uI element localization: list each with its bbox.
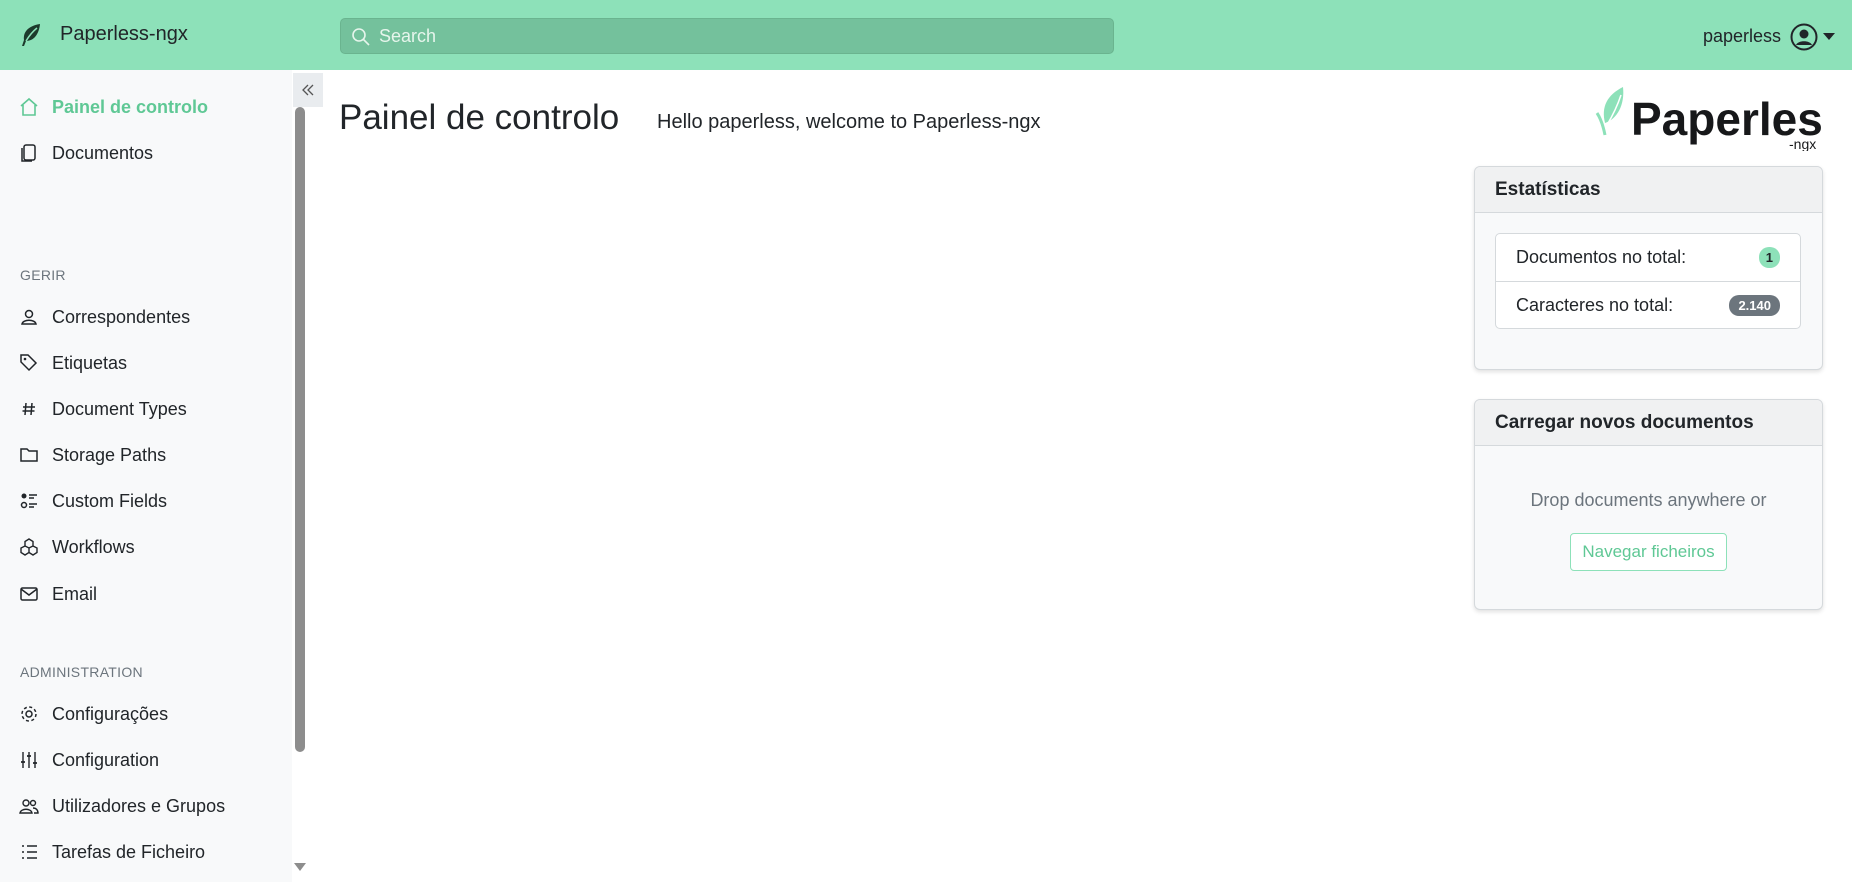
chevron-down-icon[interactable]	[1823, 33, 1835, 41]
sidebar-item-custom-fields[interactable]: Custom Fields	[18, 486, 167, 516]
sidebar-item-label: Documentos	[52, 142, 154, 163]
drop-zone-text: Drop documents anywhere or	[1530, 490, 1767, 510]
search-icon	[352, 28, 370, 46]
list-task-icon	[18, 841, 40, 863]
section-title-administration: ADMINISTRATION	[20, 664, 143, 680]
sidebar-item-workflows[interactable]: Workflows	[18, 532, 135, 562]
envelope-icon	[18, 583, 40, 605]
person-icon	[18, 306, 40, 328]
sidebar-item-label: Painel de controlo	[52, 96, 209, 117]
sidebar-scrollbar[interactable]	[295, 107, 305, 752]
characters-count-badge: 2.140	[1729, 294, 1780, 316]
sidebar-item-storage-paths[interactable]: Storage Paths	[18, 440, 166, 470]
logo-subtext: -ngx	[1789, 136, 1816, 151]
sidebar-item-tags[interactable]: Etiquetas	[18, 348, 127, 378]
browse-files-button[interactable]: Navegar ficheiros	[1570, 533, 1727, 571]
user-name[interactable]: paperless	[1703, 26, 1781, 47]
sidebar-item-label: Utilizadores e Grupos	[52, 795, 226, 816]
stat-label: Caracteres no total:	[1516, 294, 1674, 315]
sidebar-item-label: Configuration	[52, 749, 160, 770]
sidebar-item-correspondents[interactable]: Correspondentes	[18, 302, 190, 332]
upload-card: Carregar novos documentos Drop documents…	[1474, 399, 1823, 610]
boxes-icon	[18, 536, 40, 558]
statistics-card-title: Estatísticas	[1475, 167, 1822, 213]
search-input[interactable]	[379, 19, 1099, 53]
sidebar-item-email[interactable]: Email	[18, 579, 97, 609]
statistics-list: Documentos no total: 1 Caracteres no tot…	[1495, 233, 1801, 329]
gear-icon	[18, 703, 40, 725]
sidebar-collapse-button[interactable]	[293, 73, 323, 107]
stat-label: Documentos no total:	[1516, 247, 1687, 267]
section-title-manage: GERIR	[20, 267, 66, 283]
sidebar-item-label: Workflows	[52, 536, 135, 557]
sidebar-item-label: Configurações	[52, 703, 169, 724]
chevron-double-left-icon	[302, 84, 314, 96]
leaf-icon[interactable]	[18, 22, 44, 48]
page-title: Painel de controlo	[339, 98, 620, 137]
sidebar-item-dashboard[interactable]: Painel de controlo	[18, 92, 208, 122]
search-box[interactable]	[340, 18, 1114, 54]
paperless-logo: Paperless -ngx	[1595, 87, 1823, 151]
people-icon	[18, 795, 40, 817]
sidebar-item-label: Correspondentes	[52, 306, 191, 327]
tags-icon	[18, 352, 40, 374]
stat-row-characters: Caracteres no total: 2.140	[1496, 281, 1800, 328]
sidebar-item-documents[interactable]: Documentos	[18, 138, 153, 168]
user-avatar-icon[interactable]	[1790, 23, 1818, 51]
sidebar-item-label: Tarefas de Ficheiro	[52, 841, 206, 862]
folder-icon	[18, 444, 40, 466]
sidebar-item-users-groups[interactable]: Utilizadores e Grupos	[18, 791, 225, 821]
sidebar-item-label: Etiquetas	[52, 352, 128, 373]
hash-icon	[18, 398, 40, 420]
welcome-message: Hello paperless, welcome to Paperless-ng…	[657, 111, 1041, 133]
upload-card-title: Carregar novos documentos	[1475, 400, 1822, 446]
statistics-card: Estatísticas Documentos no total: 1 Cara…	[1474, 166, 1823, 370]
sidebar-item-document-types[interactable]: Document Types	[18, 394, 187, 424]
top-navbar: Paperless-ngx paperless	[0, 0, 1852, 70]
sidebar-item-settings[interactable]: Configurações	[18, 699, 168, 729]
sidebar-item-label: Storage Paths	[52, 444, 167, 465]
sidebar-item-label: Email	[52, 583, 98, 604]
sidebar: Painel de controlo Documentos GERIR Corr…	[0, 70, 292, 882]
sliders-icon	[18, 749, 40, 771]
sidebar-item-file-tasks[interactable]: Tarefas de Ficheiro	[18, 837, 205, 867]
stat-row-documents[interactable]: Documentos no total: 1	[1496, 234, 1800, 281]
sidebar-item-label: Custom Fields	[52, 490, 168, 511]
files-icon	[18, 142, 40, 164]
documents-count-badge: 1	[1758, 247, 1780, 268]
brand-name[interactable]: Paperless-ngx	[60, 23, 188, 46]
scroll-down-arrow-icon[interactable]	[293, 862, 307, 872]
sidebar-item-configuration[interactable]: Configuration	[18, 745, 159, 775]
sidebar-item-label: Document Types	[52, 398, 187, 419]
house-icon	[18, 96, 40, 118]
ui-radios-icon	[18, 490, 40, 512]
